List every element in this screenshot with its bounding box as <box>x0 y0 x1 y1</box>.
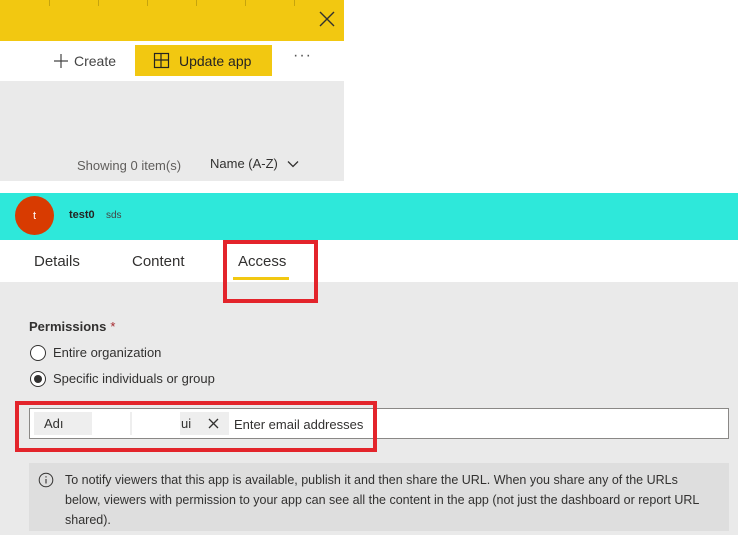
permissions-heading: Permissions * <box>29 319 115 334</box>
close-icon <box>319 11 335 27</box>
item-count-text: Showing 0 item(s) <box>77 158 182 173</box>
avatar-letter: t <box>32 209 37 222</box>
app-header: t test0 sds <box>0 193 738 240</box>
command-bar: Create Update app ··· <box>0 41 344 81</box>
info-icon <box>38 472 54 488</box>
tab-content[interactable]: Content <box>132 253 185 270</box>
sort-dropdown[interactable]: Name (A-Z) <box>210 156 300 171</box>
more-options-button[interactable]: ··· <box>293 47 315 71</box>
app-description: sds <box>106 210 122 221</box>
top-bar <box>0 0 344 41</box>
bar-divider <box>245 0 246 6</box>
plus-icon <box>54 54 68 68</box>
bar-divider <box>98 0 99 6</box>
sort-label: Name (A-Z) <box>210 156 278 171</box>
app-name: test0 <box>69 209 95 221</box>
permissions-label: Permissions <box>29 319 107 334</box>
radio-label-entire-organization[interactable]: Entire organization <box>53 345 161 360</box>
item-list-area: Showing 0 item(s) Name (A-Z) <box>0 81 344 181</box>
highlight-access-tab <box>223 240 318 303</box>
radio-specific-individuals[interactable] <box>30 371 46 387</box>
required-marker: * <box>110 319 116 334</box>
update-app-label: Update app <box>179 52 252 69</box>
highlight-email-field <box>15 401 377 452</box>
tab-details[interactable]: Details <box>34 253 80 270</box>
tab-bar: Details Content Access <box>0 240 738 282</box>
bar-divider <box>49 0 50 6</box>
bar-divider <box>196 0 197 6</box>
bar-divider <box>147 0 148 6</box>
more-icon: ··· <box>293 47 312 64</box>
radio-label-specific-individuals[interactable]: Specific individuals or group <box>53 371 215 386</box>
app-avatar: t <box>15 196 54 235</box>
app-layout-icon <box>153 52 170 69</box>
chevron-down-icon <box>287 160 299 167</box>
notice-text: To notify viewers that this app is avail… <box>65 473 699 527</box>
create-button-label: Create <box>74 53 117 69</box>
info-notice: To notify viewers that this app is avail… <box>29 463 729 531</box>
create-button[interactable]: Create <box>52 49 116 73</box>
radio-entire-organization[interactable] <box>30 345 46 361</box>
bar-divider <box>294 0 295 6</box>
close-button[interactable] <box>314 6 340 32</box>
update-app-button[interactable]: Update app <box>135 45 272 76</box>
